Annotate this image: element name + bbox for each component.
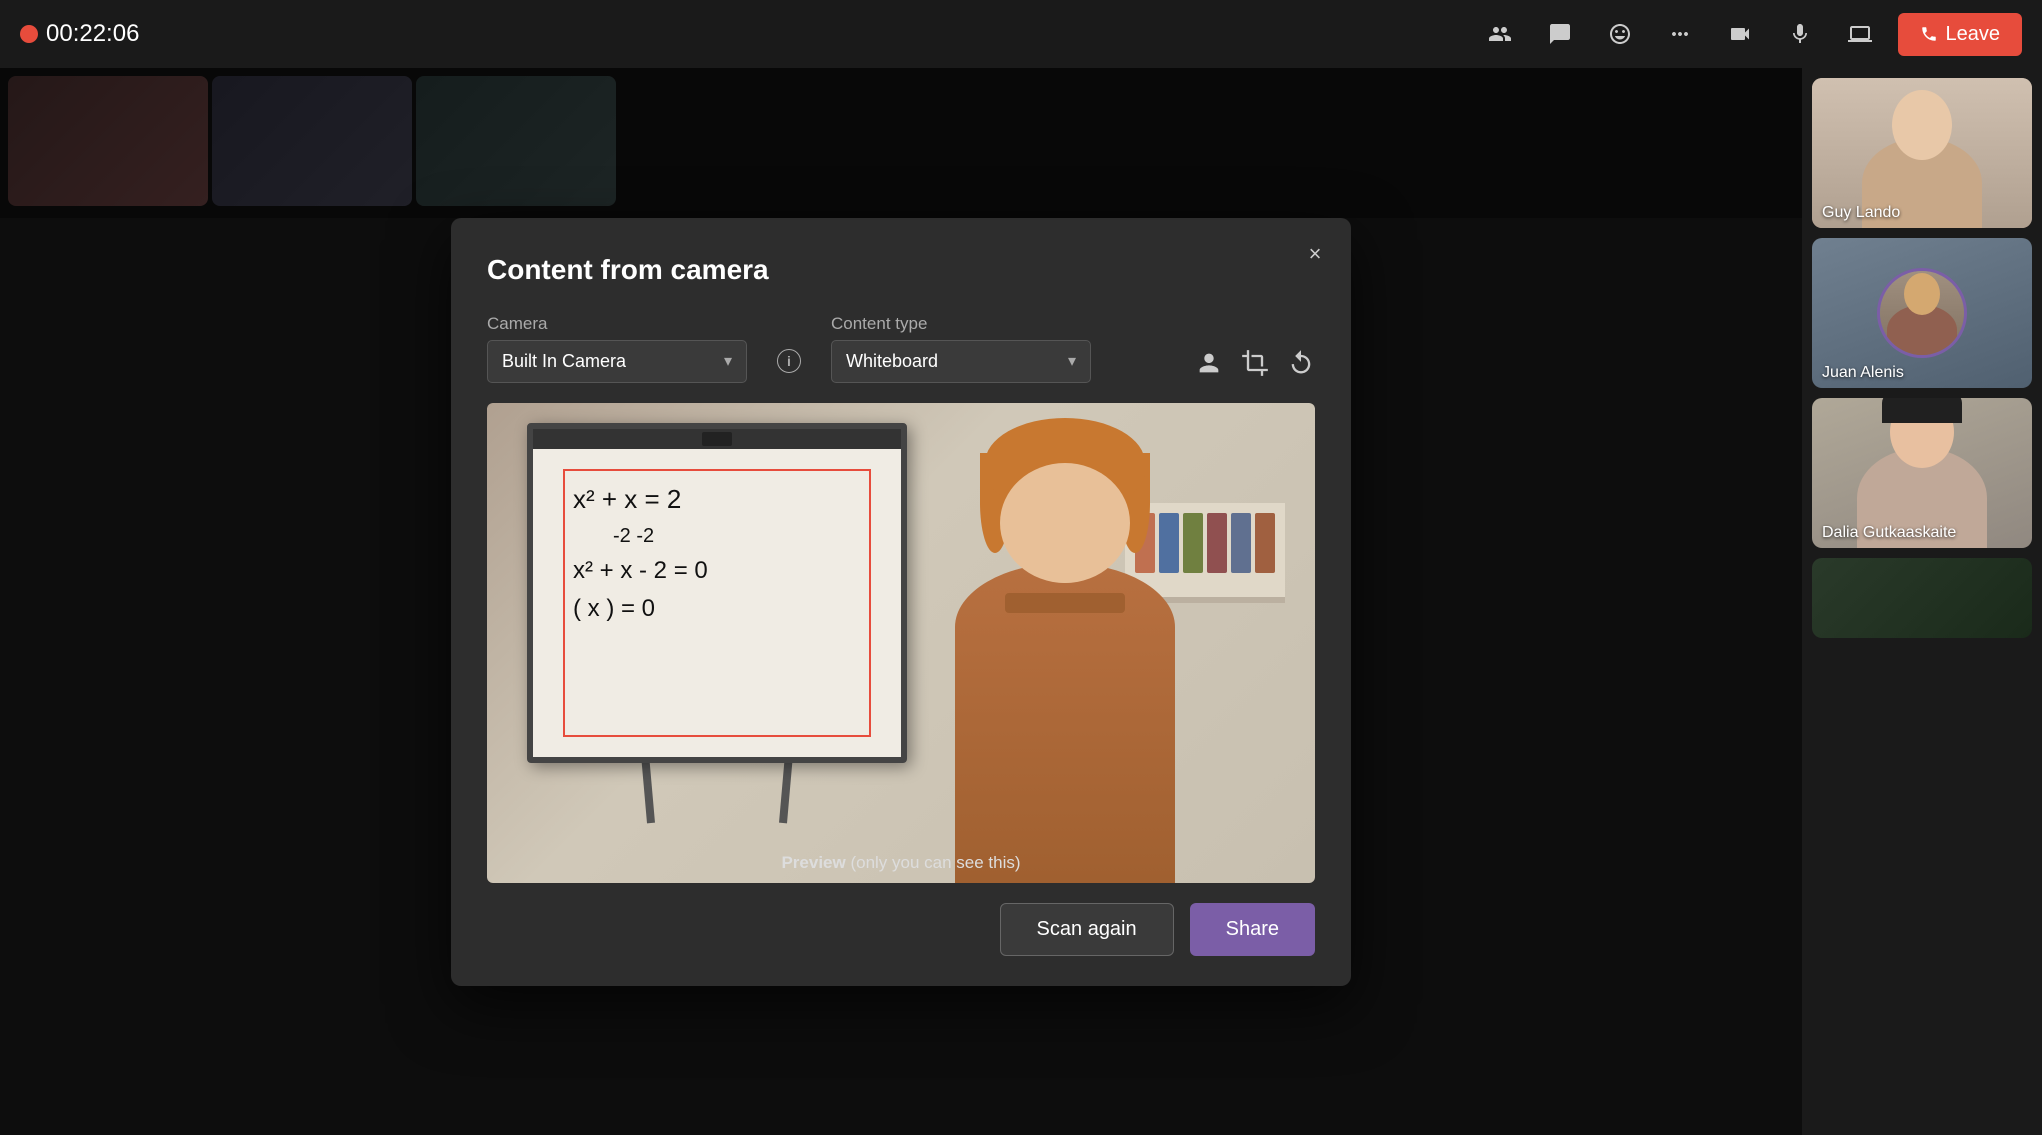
participant-card-4 <box>1812 558 2032 638</box>
participant-card-juan: Juan Alenis <box>1812 238 2032 388</box>
camera-dropdown-chevron: ▾ <box>724 351 732 371</box>
crop-icon[interactable] <box>1241 349 1269 377</box>
timer-display: 00:22:06 <box>20 20 139 48</box>
math-equations: x² + x = 2 -2 -2 x² + x - 2 = 0 ( x ) = … <box>573 479 708 629</box>
dialog-close-button[interactable]: × <box>1297 236 1333 272</box>
whiteboard-clip <box>702 432 732 446</box>
participant-name-juan: Juan Alenis <box>1822 364 1904 382</box>
person-detect-icon[interactable] <box>1195 349 1223 377</box>
sidebar: Guy Lando Juan Alenis Dalia Gutkaaskaite <box>1802 68 2042 1135</box>
leave-button[interactable]: Leave <box>1898 13 2023 56</box>
info-icon[interactable]: i <box>777 349 801 373</box>
participants-icon[interactable] <box>1478 12 1522 56</box>
content-type-dropdown-chevron: ▾ <box>1068 351 1076 371</box>
camera-value: Built In Camera <box>502 351 626 372</box>
participant-name-guy: Guy Lando <box>1822 204 1900 222</box>
preview-label-sub: (only you can see this) <box>850 853 1020 872</box>
record-indicator <box>20 25 38 43</box>
math-line-4: ( x ) = 0 <box>573 590 708 628</box>
reactions-icon[interactable] <box>1598 12 1642 56</box>
timer-text: 00:22:06 <box>46 20 139 48</box>
chat-icon[interactable] <box>1538 12 1582 56</box>
participant-card-guy: Guy Lando <box>1812 78 2032 228</box>
mic-icon[interactable] <box>1778 12 1822 56</box>
dialog-form-row: Camera Built In Camera ▾ i Content type … <box>487 314 1315 383</box>
scan-again-button[interactable]: Scan again <box>1000 903 1174 956</box>
dialog-title: Content from camera <box>487 254 1315 286</box>
info-button-group: i <box>777 349 801 383</box>
top-bar: 00:22:06 Leave <box>0 0 2042 68</box>
preview-label: Preview (only you can see this) <box>781 853 1020 873</box>
more-options-icon[interactable] <box>1658 12 1702 56</box>
whiteboard-container: x² + x = 2 -2 -2 x² + x - 2 = 0 ( x ) = … <box>527 423 907 823</box>
preview-scene: x² + x = 2 -2 -2 x² + x - 2 = 0 ( x ) = … <box>487 403 1315 883</box>
dialog-footer: Scan again Share <box>487 903 1315 956</box>
math-line-2: -2 -2 <box>613 520 708 552</box>
share-screen-icon[interactable] <box>1838 12 1882 56</box>
content-type-select-group: Content type Whiteboard ▾ <box>831 314 1091 383</box>
camera-label: Camera <box>487 314 747 334</box>
preview-label-bold: Preview <box>781 853 845 872</box>
leave-label: Leave <box>1946 23 2001 46</box>
math-line-3: x² + x - 2 = 0 <box>573 552 708 590</box>
content-from-camera-dialog: Content from camera × Camera Built In Ca… <box>451 218 1351 986</box>
content-type-label: Content type <box>831 314 1091 334</box>
math-line-1: x² + x = 2 <box>573 479 708 521</box>
dialog-overlay: Content from camera × Camera Built In Ca… <box>0 68 1802 1135</box>
rotate-icon[interactable] <box>1287 349 1315 377</box>
preview-area: x² + x = 2 -2 -2 x² + x - 2 = 0 ( x ) = … <box>487 403 1315 883</box>
content-type-value: Whiteboard <box>846 351 938 372</box>
camera-dropdown[interactable]: Built In Camera ▾ <box>487 340 747 383</box>
whiteboard-top-bar <box>533 429 901 449</box>
top-bar-controls: Leave <box>1478 12 2023 56</box>
camera-action-icons <box>1195 349 1315 383</box>
whiteboard-board: x² + x = 2 -2 -2 x² + x - 2 = 0 ( x ) = … <box>527 423 907 763</box>
person-in-scene <box>935 433 1195 873</box>
content-type-dropdown[interactable]: Whiteboard ▾ <box>831 340 1091 383</box>
participant-card-dalia: Dalia Gutkaaskaite <box>1812 398 2032 548</box>
camera-toggle-icon[interactable] <box>1718 12 1762 56</box>
camera-select-group: Camera Built In Camera ▾ <box>487 314 747 383</box>
participant-name-dalia: Dalia Gutkaaskaite <box>1822 524 1956 542</box>
share-button[interactable]: Share <box>1190 903 1315 956</box>
